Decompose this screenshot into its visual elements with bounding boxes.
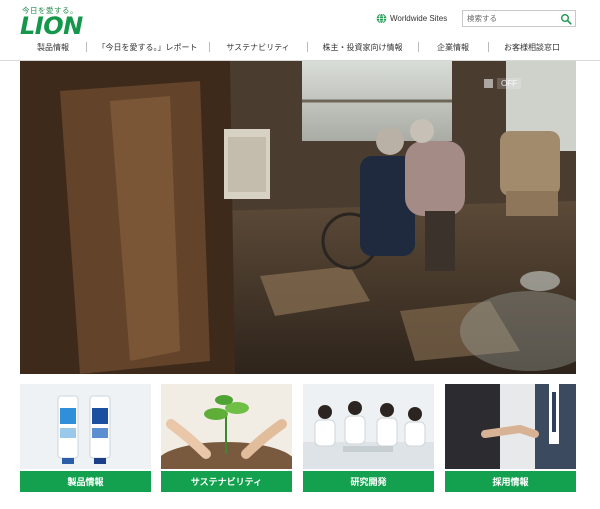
nav-item-customer-support[interactable]: お客様相談窓口: [488, 37, 576, 57]
site-header: 今日を愛する。 LION Worldwide Sites 製品情報 「今日を愛す…: [0, 0, 600, 62]
globe-icon: [376, 13, 387, 24]
card-products-label: 製品情報: [20, 471, 151, 492]
nav-item-products[interactable]: 製品情報: [20, 37, 86, 57]
pause-icon: [484, 79, 493, 88]
card-sustainability[interactable]: サステナビリティ: [161, 384, 292, 492]
nav-item-sustainability[interactable]: サステナビリティ: [209, 37, 307, 57]
planting-seedling-photo: [161, 384, 292, 469]
card-careers-label: 採用情報: [445, 471, 576, 492]
lion-logo[interactable]: 今日を愛する。 LION: [20, 5, 130, 40]
animation-off-label: OFF: [497, 78, 521, 89]
card-careers[interactable]: 採用情報: [445, 384, 576, 492]
card-research[interactable]: 研究開発: [303, 384, 434, 492]
search-input[interactable]: [463, 11, 557, 26]
hero-visual: OFF: [20, 61, 576, 374]
hero-photo: [20, 61, 576, 374]
category-cards: 製品情報 サステナビリティ 研究開発 採用情報: [20, 384, 576, 494]
handshake-photo: [445, 384, 576, 469]
animation-toggle[interactable]: OFF: [484, 78, 521, 89]
nav-item-investors[interactable]: 株主・投資家向け情報: [307, 37, 418, 57]
researchers-photo: [303, 384, 434, 469]
logo-wordmark: LION: [20, 12, 83, 40]
worldwide-sites-link[interactable]: Worldwide Sites: [376, 13, 447, 24]
global-nav: 製品情報 「今日を愛する。」レポート サステナビリティ 株主・投資家向け情報 企…: [20, 37, 576, 57]
search-icon[interactable]: [560, 13, 572, 25]
card-products[interactable]: 製品情報: [20, 384, 151, 492]
worldwide-sites-label: Worldwide Sites: [390, 14, 448, 23]
search-box: [462, 10, 576, 27]
nav-item-company[interactable]: 企業情報: [418, 37, 488, 57]
toothpaste-tubes-photo: [20, 384, 151, 469]
card-research-label: 研究開発: [303, 471, 434, 492]
nav-item-report[interactable]: 「今日を愛する。」レポート: [86, 37, 209, 57]
card-sustainability-label: サステナビリティ: [161, 471, 292, 492]
